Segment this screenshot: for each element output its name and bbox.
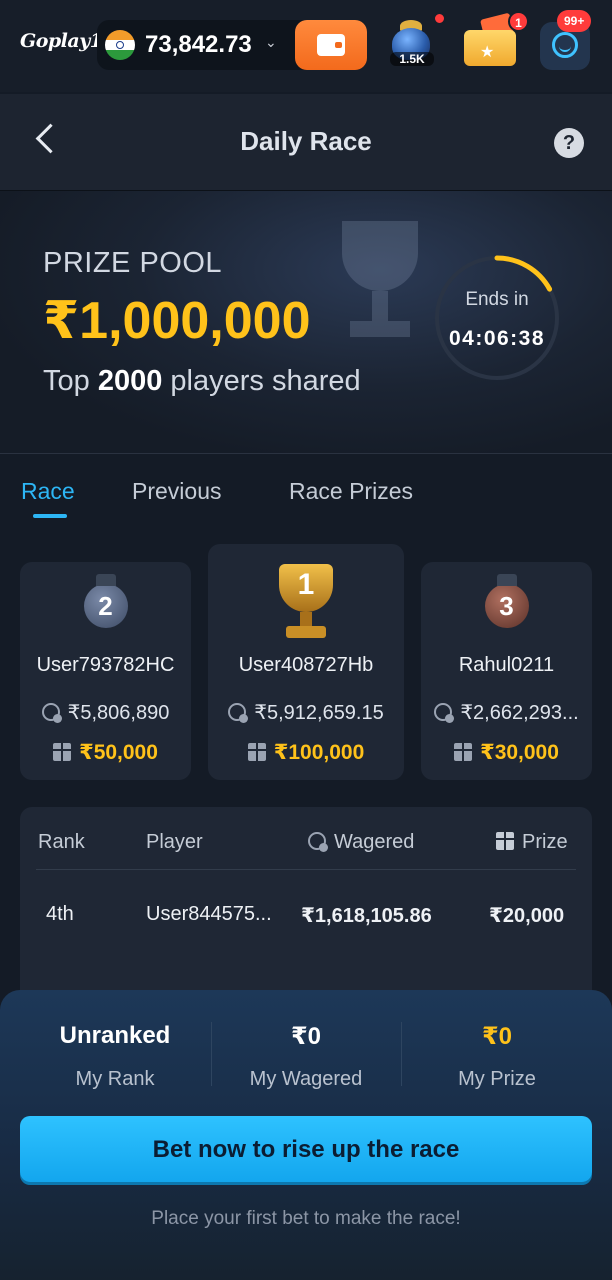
chevron-down-icon: ⌄ (265, 34, 277, 50)
leaderboard-table: Rank Player Wagered Prize 4th User844575… (20, 807, 592, 1007)
bet-hint-text: Place your first bet to make the race! (151, 1208, 461, 1229)
podium-card-first: 1 User408727Hb ₹5,912,659.15 ₹100,000 (208, 544, 404, 780)
help-icon[interactable]: ? (554, 128, 584, 158)
silver-medal-icon: 2 (83, 574, 128, 628)
countdown-ring (434, 255, 560, 381)
trophy-background-icon (330, 221, 430, 361)
my-rank-label: My Rank (75, 1068, 155, 1090)
prize-pool-label: PRIZE POOL (43, 247, 223, 279)
podium-player-name: User408727Hb (238, 654, 374, 676)
header-divider (36, 869, 576, 870)
my-prize-label: My Prize (458, 1068, 536, 1090)
active-tab-indicator (33, 514, 67, 518)
podium-wagered-value: ₹2,662,293... (460, 702, 579, 724)
notification-dot (433, 12, 446, 25)
countdown-value: 04:06:38 (448, 327, 546, 350)
gift-icon (454, 743, 473, 761)
col-header-prize-label: Prize (522, 831, 568, 853)
coins-icon (434, 703, 455, 723)
bet-now-button[interactable]: Bet now to rise up the race (20, 1116, 592, 1182)
podium-player-name: User793782HC (36, 654, 175, 676)
tab-previous[interactable]: Previous (132, 478, 221, 505)
wallet-button[interactable] (295, 20, 367, 70)
coins-icon (228, 703, 249, 723)
col-header-wagered: Wagered (308, 831, 414, 854)
india-flag-icon (105, 30, 135, 60)
podium-prize-value: ₹100,000 (273, 741, 365, 764)
support-badge: 99+ (557, 10, 592, 32)
row-wagered: ₹1,618,105.86 (301, 905, 432, 927)
tab-race[interactable]: Race (21, 478, 75, 505)
col-header-wagered-label: Wagered (334, 831, 415, 853)
coins-icon (308, 832, 328, 852)
podium-wagered-value: ₹5,912,659.15 (254, 702, 384, 724)
podium-player-name: Rahul0211 (458, 654, 555, 676)
col-header-player: Player (146, 831, 203, 853)
first-rank-number: 1 (297, 568, 315, 601)
row-prize: ₹20,000 (489, 905, 565, 927)
prize-pool-banner: PRIZE POOL ₹1,000,000 Top 2000 players s… (0, 191, 612, 454)
support-agent-icon (552, 32, 578, 58)
pot-badge: 1.5K (390, 52, 434, 66)
balance-selector[interactable]: 73,842.73 ⌄ (97, 20, 367, 70)
shared-suffix: players shared (170, 365, 361, 397)
prize-pool-amount: ₹1,000,000 (43, 292, 311, 350)
shared-count: 2000 (97, 365, 163, 397)
tab-race-prizes[interactable]: Race Prizes (289, 478, 413, 505)
my-race-panel: Unranked My Rank ₹0 My Wagered ₹0 My Pri… (0, 990, 612, 1280)
gift-icon (53, 743, 72, 761)
row-rank: 4th (46, 903, 74, 925)
gold-trophy-icon: 1 (271, 564, 341, 644)
podium-prize: ₹30,000 (421, 740, 592, 765)
podium-wagered: ₹2,662,293... (421, 700, 592, 725)
my-prize-value: ₹0 (481, 1023, 513, 1050)
gift-icon (247, 743, 266, 761)
coins-icon (41, 703, 62, 723)
col-header-rank: Rank (38, 831, 85, 853)
podium-card-second: 2 User793782HC ₹5,806,890 ₹50,000 (20, 562, 191, 780)
podium-prize: ₹50,000 (20, 740, 191, 765)
race-tabs: Race Previous Race Prizes (0, 470, 612, 530)
page-header: Daily Race ? (0, 94, 612, 191)
bronze-medal-icon: 3 (484, 574, 529, 628)
podium-prize-value: ₹50,000 (79, 741, 158, 764)
balance-amount: 73,842.73 (145, 31, 252, 58)
my-wagered-value: ₹0 (290, 1023, 322, 1050)
col-header-prize: Prize (496, 831, 568, 854)
wallet-icon (317, 34, 345, 56)
shared-prefix: Top (43, 365, 90, 397)
page-title: Daily Race (240, 126, 372, 156)
top-bar: Goplay11 73,842.73 ⌄ 1.5K ★ 1 99+ (0, 0, 612, 92)
podium-wagered: ₹5,806,890 (20, 700, 191, 725)
podium-wagered-value: ₹5,806,890 (67, 702, 170, 724)
chest-badge: 1 (508, 11, 529, 32)
row-player[interactable]: User844575... (146, 903, 272, 926)
my-wagered-label: My Wagered (249, 1068, 363, 1090)
podium-prize: ₹100,000 (208, 740, 404, 765)
ends-in-label: Ends in (465, 289, 529, 310)
podium-prize-value: ₹30,000 (480, 741, 559, 764)
podium-card-third: 3 Rahul0211 ₹2,662,293... ₹30,000 (421, 562, 592, 780)
countdown-timer: Ends in 04:06:38 (430, 251, 564, 385)
players-shared-text: Top 2000 players shared (43, 365, 361, 398)
my-rank-value: Unranked (59, 1022, 171, 1049)
gift-icon (496, 832, 514, 850)
podium-wagered: ₹5,912,659.15 (208, 700, 404, 725)
